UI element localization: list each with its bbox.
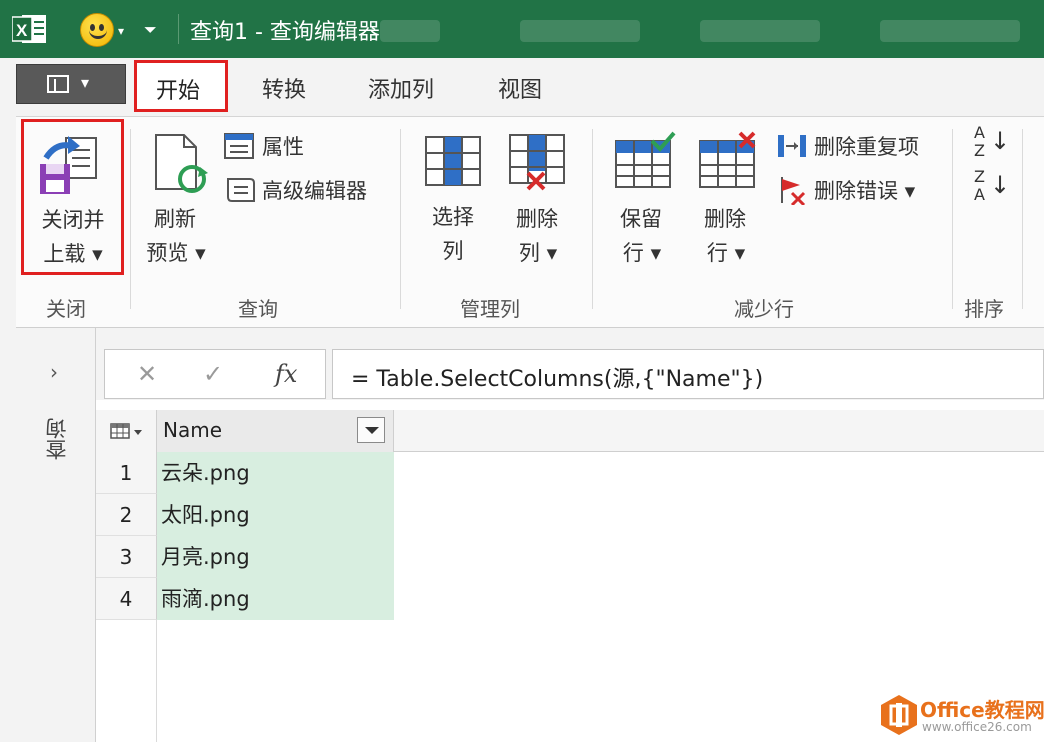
table-cell[interactable]: 太阳.png [157, 494, 394, 536]
group-separator [130, 129, 131, 309]
ribbon-tabs: ▾ 开始 转换 添加列 视图 [0, 58, 1044, 116]
arrow-down-icon: ↓ [990, 171, 1011, 199]
formula-text: = Table.SelectColumns(源,{"Name"}) [351, 367, 764, 392]
advanced-editor-icon [227, 178, 255, 202]
table-menu-button[interactable] [96, 410, 157, 452]
remove-errors-icon [781, 177, 806, 205]
excel-icon[interactable]: X [12, 13, 48, 45]
tab-transform[interactable]: 转换 [262, 72, 306, 104]
column-header-name[interactable]: Name [157, 410, 394, 452]
sort-desc-top: Z [974, 167, 985, 186]
close-load-icon [40, 136, 97, 194]
svg-text:X: X [16, 21, 28, 40]
expand-pane-icon[interactable]: › [50, 360, 58, 384]
cancel-icon[interactable]: ✕ [137, 360, 157, 388]
properties-icon [224, 133, 254, 159]
chevron-down-icon: ▾ [81, 73, 90, 92]
remove-columns-icon [509, 134, 565, 191]
tab-view[interactable]: 视图 [498, 72, 542, 104]
blurred-background [880, 20, 1020, 42]
row-number: 2 [96, 494, 157, 536]
properties-label: 属性 [262, 135, 304, 159]
group-separator [952, 129, 953, 309]
smiley-feedback-icon[interactable] [80, 13, 114, 47]
office-logo-icon [881, 695, 917, 735]
group-label-query: 查询 [238, 297, 278, 321]
confirm-icon[interactable]: ✓ [203, 360, 223, 388]
row-number: 3 [96, 536, 157, 578]
column-header-label: Name [163, 418, 223, 442]
close-load-button[interactable]: 关闭并 上载 ▾ [21, 119, 124, 275]
title-bar: X ▾ ⏷ 查询1 - 查询编辑器 [0, 0, 1044, 58]
remove-rows-icon [699, 131, 756, 188]
ribbon: 关闭并 上载 ▾ 关闭 刷新 预览 ▾ 属性 高级编辑器 查询 选择 列 删除 … [16, 116, 1044, 328]
remove-columns-label-2: 列 ▾ [518, 241, 558, 265]
sort-desc-bottom: A [974, 185, 985, 204]
refresh-icon [155, 134, 208, 193]
formula-input[interactable]: = Table.SelectColumns(源,{"Name"}) [332, 349, 1044, 399]
row-number: 4 [96, 578, 157, 620]
arrow-down-icon: ↓ [990, 127, 1011, 155]
group-label-manage-columns: 管理列 [460, 297, 520, 321]
queries-pane: › 查询 [16, 328, 96, 742]
group-separator [400, 129, 401, 309]
choose-columns-label-2: 列 [442, 239, 464, 263]
row-number: 1 [96, 452, 157, 494]
tab-label: 开始 [156, 79, 201, 104]
watermark-url: www.office26.com [922, 720, 1032, 734]
remove-duplicates-label: 删除重复项 [814, 135, 919, 159]
refresh-label-2: 预览 ▾ [146, 241, 206, 265]
remove-duplicates-icon [778, 135, 806, 157]
blurred-background [520, 20, 640, 42]
group-label-sort: 排序 [964, 297, 1004, 321]
table-cell[interactable]: 月亮.png [157, 536, 394, 578]
title-separator [178, 14, 179, 44]
tab-add-column[interactable]: 添加列 [368, 72, 434, 104]
feedback-dropdown-icon[interactable]: ▾ [118, 24, 124, 38]
blurred-background [380, 20, 440, 42]
watermark: Office教程网 www.office26.com [880, 690, 1044, 742]
table-cell[interactable]: 雨滴.png [157, 578, 394, 620]
customize-toolbar-icon[interactable]: ⏷ [144, 20, 157, 40]
tab-home[interactable]: 开始 [134, 60, 228, 112]
keep-rows-label-2: 行 ▾ [622, 241, 662, 265]
remove-rows-label-1: 删除 [704, 207, 746, 231]
remove-rows-label-2: 行 ▾ [706, 241, 746, 265]
formula-buttons: ✕ ✓ fx [104, 349, 326, 399]
remove-errors-label: 删除错误 ▾ [814, 179, 916, 203]
choose-columns-icon [425, 136, 481, 186]
table-cell[interactable]: 云朵.png [157, 452, 394, 494]
window-title: 查询1 - 查询编辑器 [190, 20, 380, 45]
keep-rows-icon [615, 131, 676, 188]
group-separator [592, 129, 593, 309]
filter-dropdown-icon[interactable] [357, 417, 385, 443]
watermark-title: Office教程网 [920, 698, 1044, 722]
keep-rows-label-1: 保留 [620, 207, 662, 231]
advanced-editor-label: 高级编辑器 [262, 179, 367, 203]
close-load-label-1: 关闭并 [41, 208, 105, 232]
sort-asc-bottom: Z [974, 141, 985, 160]
refresh-label-1: 刷新 [154, 207, 196, 231]
group-separator [1022, 129, 1023, 309]
sort-asc-top: A [974, 123, 985, 142]
fx-icon[interactable]: fx [275, 360, 297, 388]
blurred-background [700, 20, 820, 42]
remove-columns-label-1: 删除 [516, 207, 558, 231]
group-label-close: 关闭 [46, 297, 86, 321]
choose-columns-label-1: 选择 [432, 205, 474, 229]
close-load-label-2: 上载 ▾ [43, 242, 103, 266]
file-menu-button[interactable]: ▾ [16, 64, 126, 104]
queries-pane-label[interactable]: 查询 [42, 418, 72, 460]
document-icon [47, 75, 69, 93]
table-icon [110, 423, 142, 439]
group-label-reduce-rows: 减少行 [734, 297, 794, 321]
